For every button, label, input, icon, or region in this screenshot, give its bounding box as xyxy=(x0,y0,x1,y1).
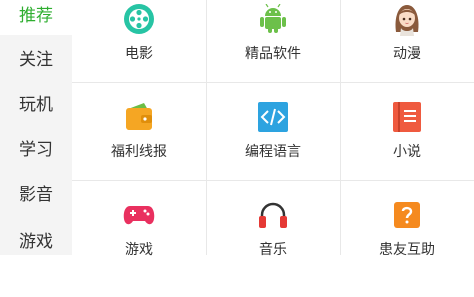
book-icon xyxy=(390,100,424,134)
sidebar-item-label: 推荐 xyxy=(19,5,53,26)
category-grid: 电影 精品软件 动漫 福利线报 编程语言 小说 游戏 音乐 患友互助 xyxy=(72,0,474,258)
sidebar-item-label: 影音 xyxy=(19,184,53,205)
category-software[interactable]: 精品软件 xyxy=(206,2,340,101)
category-programming[interactable]: 编程语言 xyxy=(206,100,340,199)
category-label: 患友互助 xyxy=(379,242,435,258)
category-music[interactable]: 音乐 xyxy=(206,198,340,297)
category-label: 游戏 xyxy=(125,242,153,258)
anime-girl-icon xyxy=(390,2,424,36)
category-welfare[interactable]: 福利线报 xyxy=(72,100,206,199)
sidebar-item-label: 游戏 xyxy=(19,231,53,252)
sidebar-item-label: 玩机 xyxy=(19,94,53,115)
headphones-icon xyxy=(256,198,290,232)
category-games[interactable]: 游戏 xyxy=(72,198,206,297)
category-novel[interactable]: 小说 xyxy=(340,100,474,199)
question-icon xyxy=(390,198,424,232)
sidebar-item-media[interactable]: 影音 xyxy=(0,170,72,214)
sidebar-item-phone-tips[interactable]: 玩机 xyxy=(0,80,72,124)
category-label: 小说 xyxy=(393,144,421,160)
sidebar-item-study[interactable]: 学习 xyxy=(0,125,72,169)
category-patient-mutual-aid[interactable]: 患友互助 xyxy=(340,198,474,297)
android-icon xyxy=(256,2,290,36)
sidebar-item-recommend[interactable]: 推荐 xyxy=(0,0,72,35)
category-movie[interactable]: 电影 xyxy=(72,2,206,101)
sidebar-item-label: 关注 xyxy=(19,49,53,70)
sidebar-item-label: 学习 xyxy=(19,139,53,160)
category-label: 音乐 xyxy=(259,242,287,258)
film-reel-icon xyxy=(122,2,156,36)
gamepad-icon xyxy=(122,198,156,232)
category-label: 电影 xyxy=(125,46,153,62)
category-anime[interactable]: 动漫 xyxy=(340,2,474,101)
code-icon xyxy=(256,100,290,134)
sidebar: 推荐 关注 玩机 学习 影音 游戏 xyxy=(0,0,72,255)
sidebar-item-follow[interactable]: 关注 xyxy=(0,35,72,79)
category-label: 精品软件 xyxy=(245,46,301,62)
category-label: 福利线报 xyxy=(111,144,167,160)
wallet-icon xyxy=(122,100,156,134)
sidebar-item-games[interactable]: 游戏 xyxy=(0,217,72,261)
category-label: 编程语言 xyxy=(245,144,301,160)
category-label: 动漫 xyxy=(393,46,421,62)
